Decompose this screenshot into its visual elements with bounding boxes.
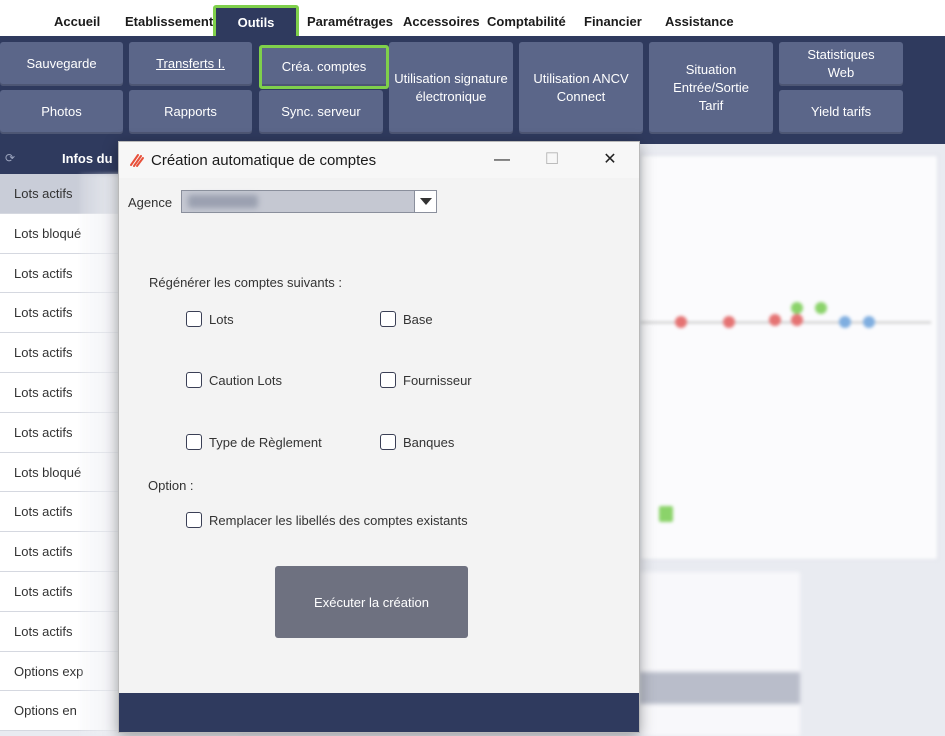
chart-point <box>791 314 803 326</box>
checkbox-fournisseur[interactable]: Fournisseur <box>380 372 472 388</box>
sauvegarde-button[interactable]: Sauvegarde <box>0 42 123 86</box>
chevron-down-icon[interactable] <box>414 191 436 212</box>
sync-serveur-button[interactable]: Sync. serveur <box>259 90 383 134</box>
toolbar: Sauvegarde Transferts I. Créa. comptes U… <box>0 36 945 144</box>
sync-label: Sync. serveur <box>281 104 361 119</box>
checkbox-base[interactable]: Base <box>380 311 433 327</box>
checkbox-type-reglement[interactable]: Type de Règlement <box>186 434 322 450</box>
executer-label: Exécuter la création <box>314 594 429 610</box>
refresh-icon[interactable]: ⟳ <box>5 151 25 167</box>
agence-select[interactable] <box>181 190 437 213</box>
checkbox-banques-label: Banques <box>403 434 455 450</box>
checkbox-box[interactable] <box>186 372 202 388</box>
executer-creation-button[interactable]: Exécuter la création <box>275 566 468 638</box>
sauvegarde-label: Sauvegarde <box>26 56 97 71</box>
chart-point <box>863 316 875 328</box>
dialog-titlebar: Création automatique de comptes — ☐ ✕ <box>119 142 639 178</box>
chart-point <box>723 316 735 328</box>
crea-comptes-label: Créa. comptes <box>281 59 367 74</box>
legend-swatch <box>659 506 673 522</box>
menu-parametrages[interactable]: Paramétrages <box>307 14 393 29</box>
photos-label: Photos <box>41 104 82 119</box>
dialog-title: Création automatique de comptes <box>151 152 377 169</box>
regenerate-label: Régénérer les comptes suivants : <box>149 275 342 290</box>
crea-comptes-button[interactable]: Créa. comptes <box>259 45 389 89</box>
menu-comptabilite[interactable]: Comptabilité <box>487 14 566 29</box>
blurred-chart-panel <box>640 155 938 560</box>
checkbox-box[interactable] <box>186 311 202 327</box>
situation-label: Situation Entrée/Sortie Tarif <box>673 62 749 113</box>
statistiques-label: Statistiques Web <box>807 47 875 80</box>
option-label: Option : <box>148 478 194 493</box>
checkbox-lots[interactable]: Lots <box>186 311 234 327</box>
minimize-icon[interactable]: — <box>479 146 525 174</box>
yield-tarifs-button[interactable]: Yield tarifs <box>779 90 903 134</box>
menu-etablissement[interactable]: Etablissement <box>125 14 213 29</box>
chart-point <box>675 316 687 328</box>
chart-point <box>769 314 781 326</box>
statistiques-web-button[interactable]: Statistiques Web <box>779 42 903 86</box>
checkbox-caution-lots[interactable]: Caution Lots <box>186 372 282 388</box>
blurred-side-panel <box>640 572 800 736</box>
agence-label: Agence <box>128 195 173 210</box>
infos-title: Infos du <box>62 151 113 166</box>
menu-bar: Accueil Etablissement Outils Paramétrage… <box>0 0 945 39</box>
transferts-button[interactable]: Transferts I. <box>129 42 252 86</box>
menu-accessoires[interactable]: Accessoires <box>403 14 480 29</box>
checkbox-box[interactable] <box>186 434 202 450</box>
menu-assistance[interactable]: Assistance <box>665 14 734 29</box>
ancv-label: Utilisation ANCV Connect <box>533 71 629 104</box>
creation-comptes-dialog: Création automatique de comptes — ☐ ✕ Ag… <box>118 141 640 733</box>
dialog-footer <box>119 693 639 732</box>
checkbox-base-label: Base <box>403 311 433 327</box>
chart-point <box>839 316 851 328</box>
transferts-label: Transferts I. <box>156 56 225 71</box>
situation-entree-sortie-button[interactable]: Situation Entrée/Sortie Tarif <box>649 42 773 134</box>
chart-point <box>791 302 803 314</box>
menu-outils[interactable]: Outils <box>213 5 299 39</box>
photos-button[interactable]: Photos <box>0 90 123 134</box>
checkbox-remplacer-libelles[interactable]: Remplacer les libellés des comptes exist… <box>186 512 468 528</box>
rapports-button[interactable]: Rapports <box>129 90 252 134</box>
close-icon[interactable]: ✕ <box>587 146 633 174</box>
checkbox-box[interactable] <box>380 311 396 327</box>
checkbox-type-reglement-label: Type de Règlement <box>209 434 322 450</box>
checkbox-caution-lots-label: Caution Lots <box>209 372 282 388</box>
checkbox-box[interactable] <box>380 434 396 450</box>
app-logo-icon <box>130 154 144 167</box>
agence-value <box>188 195 258 208</box>
ancv-connect-button[interactable]: Utilisation ANCV Connect <box>519 42 643 134</box>
blurred-bar <box>640 672 800 704</box>
checkbox-banques[interactable]: Banques <box>380 434 454 450</box>
menu-financier[interactable]: Financier <box>584 14 642 29</box>
chart-point <box>815 302 827 314</box>
signature-electronique-button[interactable]: Utilisation signature électronique <box>389 42 513 134</box>
signature-label: Utilisation signature électronique <box>394 71 508 104</box>
checkbox-lots-label: Lots <box>209 311 234 327</box>
maximize-icon[interactable]: ☐ <box>529 146 575 174</box>
checkbox-remplacer-label: Remplacer les libellés des comptes exist… <box>209 512 468 528</box>
checkbox-box[interactable] <box>186 512 202 528</box>
yield-label: Yield tarifs <box>810 104 872 119</box>
checkbox-box[interactable] <box>380 372 396 388</box>
rapports-label: Rapports <box>164 104 217 119</box>
menu-accueil[interactable]: Accueil <box>54 14 100 29</box>
checkbox-fournisseur-label: Fournisseur <box>403 372 472 388</box>
